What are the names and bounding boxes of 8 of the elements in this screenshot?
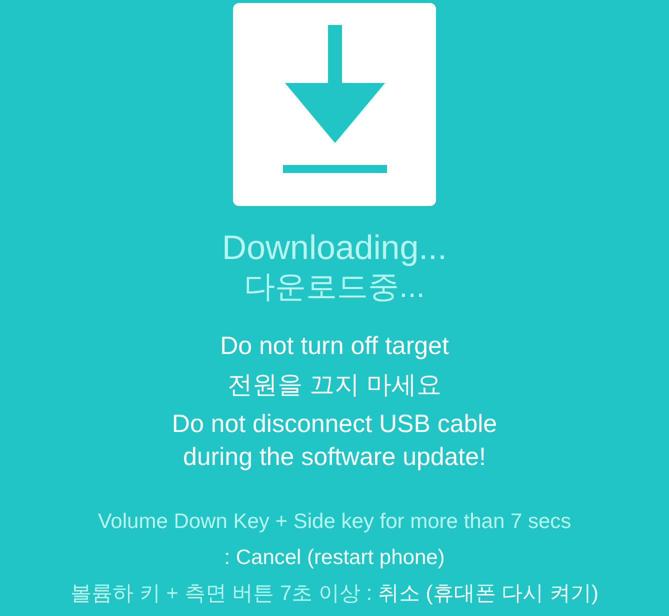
- instruction-text: : Cancel (restart phone): [224, 545, 445, 571]
- warning-text: 전원을 끄지 마세요: [228, 370, 442, 401]
- status-title: Downloading...: [222, 228, 447, 268]
- instruction-text: 볼륨하 키 + 측면 버튼 7초 이상 : 취소 (휴대폰 다시 켜기): [70, 581, 598, 607]
- warning-text: Do not disconnect USB cable during the software update!: [172, 409, 498, 473]
- status-subtitle: 다운로드중...: [244, 268, 425, 306]
- instruction-text: Volume Down Key + Side key for more than 7 secs: [98, 509, 572, 535]
- warning-text: Do not turn off target: [220, 331, 449, 362]
